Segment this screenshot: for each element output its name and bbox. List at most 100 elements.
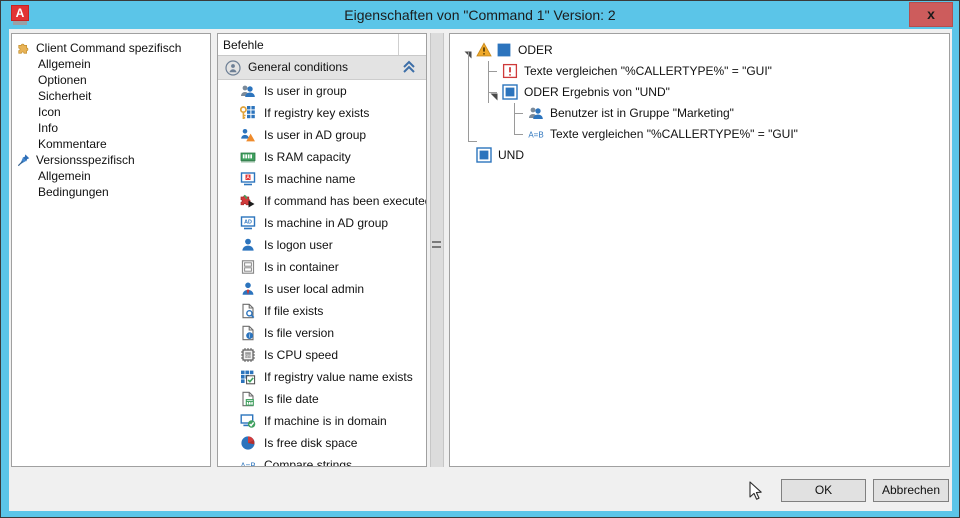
- window-title: Eigenschaften von "Command 1" Version: 2: [344, 7, 616, 23]
- title-bar[interactable]: A Eigenschaften von "Command 1" Version:…: [1, 1, 959, 29]
- nav-tree-item-label: Icon: [38, 105, 61, 119]
- dialog-client-area: Client Command spezifisch Allgemein Option…: [9, 29, 952, 511]
- nav-tree-item-icon[interactable]: Icon: [12, 104, 210, 120]
- nav-tree-item-label: Info: [38, 121, 59, 135]
- nav-tree-item-versionsspezifisch[interactable]: Versionsspezifisch: [12, 152, 210, 168]
- warning-icon: [476, 42, 492, 58]
- command-list-item[interactable]: A Is machine name: [218, 168, 426, 190]
- command-list-item[interactable]: Is logon user: [218, 234, 426, 256]
- file-info-icon: i: [240, 325, 256, 341]
- nav-tree-item-client-command-spezifisch[interactable]: Client Command spezifisch: [12, 40, 210, 56]
- registry-value-icon: [240, 369, 256, 385]
- close-icon[interactable]: x: [909, 2, 953, 27]
- group-header-label: General conditions: [248, 60, 349, 74]
- command-list-item[interactable]: cpu Is CPU speed: [218, 344, 426, 366]
- nav-tree-item-bedingungen[interactable]: Bedingungen: [12, 184, 210, 200]
- commands-panel[interactable]: General conditions Is user in group If re…: [217, 33, 427, 467]
- ok-button[interactable]: OK: [781, 479, 866, 502]
- nav-tree-item-label: Client Command spezifisch: [36, 41, 182, 55]
- nav-tree-item-label: Versionsspezifisch: [36, 153, 135, 167]
- dialog-window: A Eigenschaften von "Command 1" Version:…: [0, 0, 960, 518]
- tree-connector: [488, 71, 497, 72]
- svg-text:A=B: A=B: [528, 131, 543, 140]
- command-list-item[interactable]: Is user in AD group: [218, 124, 426, 146]
- command-list-item[interactable]: Is RAM capacity: [218, 146, 426, 168]
- search-input[interactable]: [218, 34, 399, 55]
- command-list-item-label: Is user local admin: [264, 282, 365, 296]
- command-list-item[interactable]: i Is file version: [218, 322, 426, 344]
- ram-icon: [240, 149, 256, 165]
- chevron-up-icon[interactable]: [402, 59, 416, 75]
- tree-connector: [514, 134, 523, 135]
- tree-connector: [468, 52, 469, 141]
- command-list-item[interactable]: If registry key exists: [218, 102, 426, 124]
- command-list-item-label: If registry value name exists: [264, 370, 413, 384]
- nav-tree-item-info[interactable]: Info: [12, 120, 210, 136]
- command-list-item-label: If registry key exists: [264, 106, 370, 120]
- navigation-tree[interactable]: Client Command spezifisch Allgemein Option…: [11, 33, 211, 467]
- command-list-item[interactable]: Is file date: [218, 388, 426, 410]
- condition-tree-item-label: Texte vergleichen "%CALLERTYPE%" = "GUI": [524, 64, 772, 78]
- command-list-item[interactable]: A=B Compare strings: [218, 454, 426, 466]
- users-group-icon: [528, 105, 544, 121]
- command-list-item-label: Is user in group: [264, 84, 347, 98]
- condition-tree-item-label: Benutzer ist in Gruppe "Marketing": [550, 106, 734, 120]
- conditions-tree-panel[interactable]: ODER Texte vergleichen "%CALLERTYPE%" = "…: [449, 33, 950, 467]
- condition-tree-item-label: Texte vergleichen "%CALLERTYPE%" = "GUI": [550, 127, 798, 141]
- disk-space-icon: [240, 435, 256, 451]
- commands-list[interactable]: Is user in group If registry key exists Is…: [218, 80, 426, 466]
- nav-tree-item-label: Sicherheit: [38, 89, 92, 103]
- user-ad-group-icon: [240, 127, 256, 143]
- nav-tree-item-allgemein[interactable]: Allgemein: [12, 168, 210, 184]
- command-list-item[interactable]: If registry value name exists: [218, 366, 426, 388]
- command-list-item-label: Is free disk space: [264, 436, 358, 450]
- panel-splitter[interactable]: [427, 33, 447, 467]
- commands-search-bar[interactable]: [218, 34, 426, 56]
- command-list-item-label: Is file version: [264, 326, 335, 340]
- command-list-item[interactable]: AD Is machine in AD group: [218, 212, 426, 234]
- condition-tree-item[interactable]: ODER: [450, 40, 949, 61]
- command-list-item-label: Is logon user: [264, 238, 333, 252]
- user-admin-icon: [240, 281, 256, 297]
- compare-strings-icon: A=B: [240, 457, 256, 466]
- command-list-item[interactable]: If machine is in domain: [218, 410, 426, 432]
- nav-tree-item-kommentare[interactable]: Kommentare: [12, 136, 210, 152]
- condition-tree-item[interactable]: A=B Texte vergleichen "%CALLERTYPE%" = "G…: [450, 124, 949, 145]
- nav-tree-item-label: Kommentare: [38, 137, 107, 151]
- nav-tree-item-allgemein[interactable]: Allgemein: [12, 56, 210, 72]
- group-header-general-conditions[interactable]: General conditions: [218, 56, 426, 80]
- command-list-item[interactable]: If command has been executed: [218, 190, 426, 212]
- condition-tree-item[interactable]: Texte vergleichen "%CALLERTYPE%" = "GUI": [450, 61, 949, 82]
- command-list-item-label: Is in container: [264, 260, 339, 274]
- command-list-item-label: Is CPU speed: [264, 348, 339, 362]
- conditions-tree[interactable]: ODER Texte vergleichen "%CALLERTYPE%" = "…: [450, 34, 949, 466]
- command-list-item-label: If machine is in domain: [264, 414, 387, 428]
- command-list-item[interactable]: If file exists: [218, 300, 426, 322]
- nav-tree-item-label: Allgemein: [38, 57, 91, 71]
- command-list-item[interactable]: Is user in group: [218, 80, 426, 102]
- machine-domain-icon: [240, 413, 256, 429]
- user-icon: [240, 237, 256, 253]
- command-list-item[interactable]: Is in container: [218, 256, 426, 278]
- users-group-icon: [240, 83, 256, 99]
- nav-tree-item-label: Allgemein: [38, 169, 91, 183]
- or-result-icon: [502, 84, 518, 100]
- command-list-item-label: Is machine in AD group: [264, 216, 389, 230]
- condition-tree-item[interactable]: Benutzer ist in Gruppe "Marketing": [450, 103, 949, 124]
- command-list-item[interactable]: Is user local admin: [218, 278, 426, 300]
- cancel-button[interactable]: Abbrechen: [873, 479, 949, 502]
- or-node-icon: [496, 42, 512, 58]
- condition-tree-item[interactable]: ODER Ergebnis von "UND": [450, 82, 949, 103]
- nav-tree-item-optionen[interactable]: Optionen: [12, 72, 210, 88]
- nav-tree-item-sicherheit[interactable]: Sicherheit: [12, 88, 210, 104]
- condition-tree-item[interactable]: UND: [450, 145, 949, 166]
- command-list-item-label: Is machine name: [264, 172, 356, 186]
- svg-text:cpu: cpu: [245, 353, 250, 357]
- error-exclamation-icon: [502, 63, 518, 79]
- command-list-item[interactable]: Is free disk space: [218, 432, 426, 454]
- nav-tree-item-label: Optionen: [38, 73, 87, 87]
- tree-connector: [488, 92, 497, 93]
- container-icon: [240, 259, 256, 275]
- and-node-icon: [476, 147, 492, 163]
- splitter-grip-icon[interactable]: [432, 241, 441, 251]
